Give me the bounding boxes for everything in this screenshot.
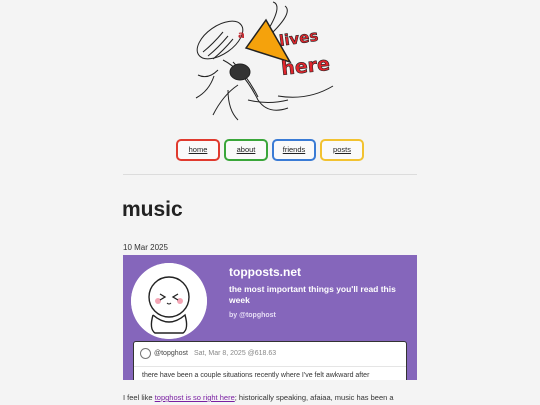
site-logo[interactable]: a lives here [178, 0, 343, 128]
avatar [131, 263, 207, 339]
post-title: music [122, 198, 183, 221]
embedded-post-divider [134, 366, 406, 367]
main-nav: home about friends posts [0, 139, 540, 161]
mini-avatar-icon [140, 348, 151, 359]
nav-about[interactable]: about [224, 139, 268, 161]
embed-author: by @topghost [229, 312, 276, 319]
post-date: 10 Mar 2025 [123, 243, 168, 252]
post-paragraph: I feel like topghost is so right here; h… [123, 393, 394, 402]
paragraph-suffix: ; historically speaking, afaiaa, music h… [234, 393, 394, 402]
nav-home[interactable]: home [176, 139, 220, 161]
embed-card[interactable]: topposts.net the most important things y… [123, 255, 417, 380]
nav-posts[interactable]: posts [320, 139, 364, 161]
embedded-post-body: there have been a couple situations rece… [142, 372, 370, 379]
page: a lives here home about friends posts mu… [0, 0, 540, 405]
logo-prefix: a [238, 30, 245, 41]
header-divider [123, 174, 417, 175]
embed-tagline: the most important things you'll read th… [229, 284, 396, 305]
embedded-post-handle[interactable]: @topghost [154, 350, 188, 357]
embedded-post[interactable]: @topghost Sat, Mar 8, 2025 @618.63 there… [133, 341, 407, 380]
embed-site-name: topposts.net [229, 265, 301, 279]
logo-text-here: here [280, 53, 331, 80]
embedded-post-header: @topghost Sat, Mar 8, 2025 @618.63 [140, 348, 276, 359]
logo-text-lives: lives [278, 27, 319, 50]
paragraph-link[interactable]: topghost is so right here [155, 393, 235, 402]
embedded-post-meta: Sat, Mar 8, 2025 @618.63 [193, 350, 277, 357]
nav-friends[interactable]: friends [272, 139, 316, 161]
paragraph-prefix: I feel like [123, 393, 155, 402]
